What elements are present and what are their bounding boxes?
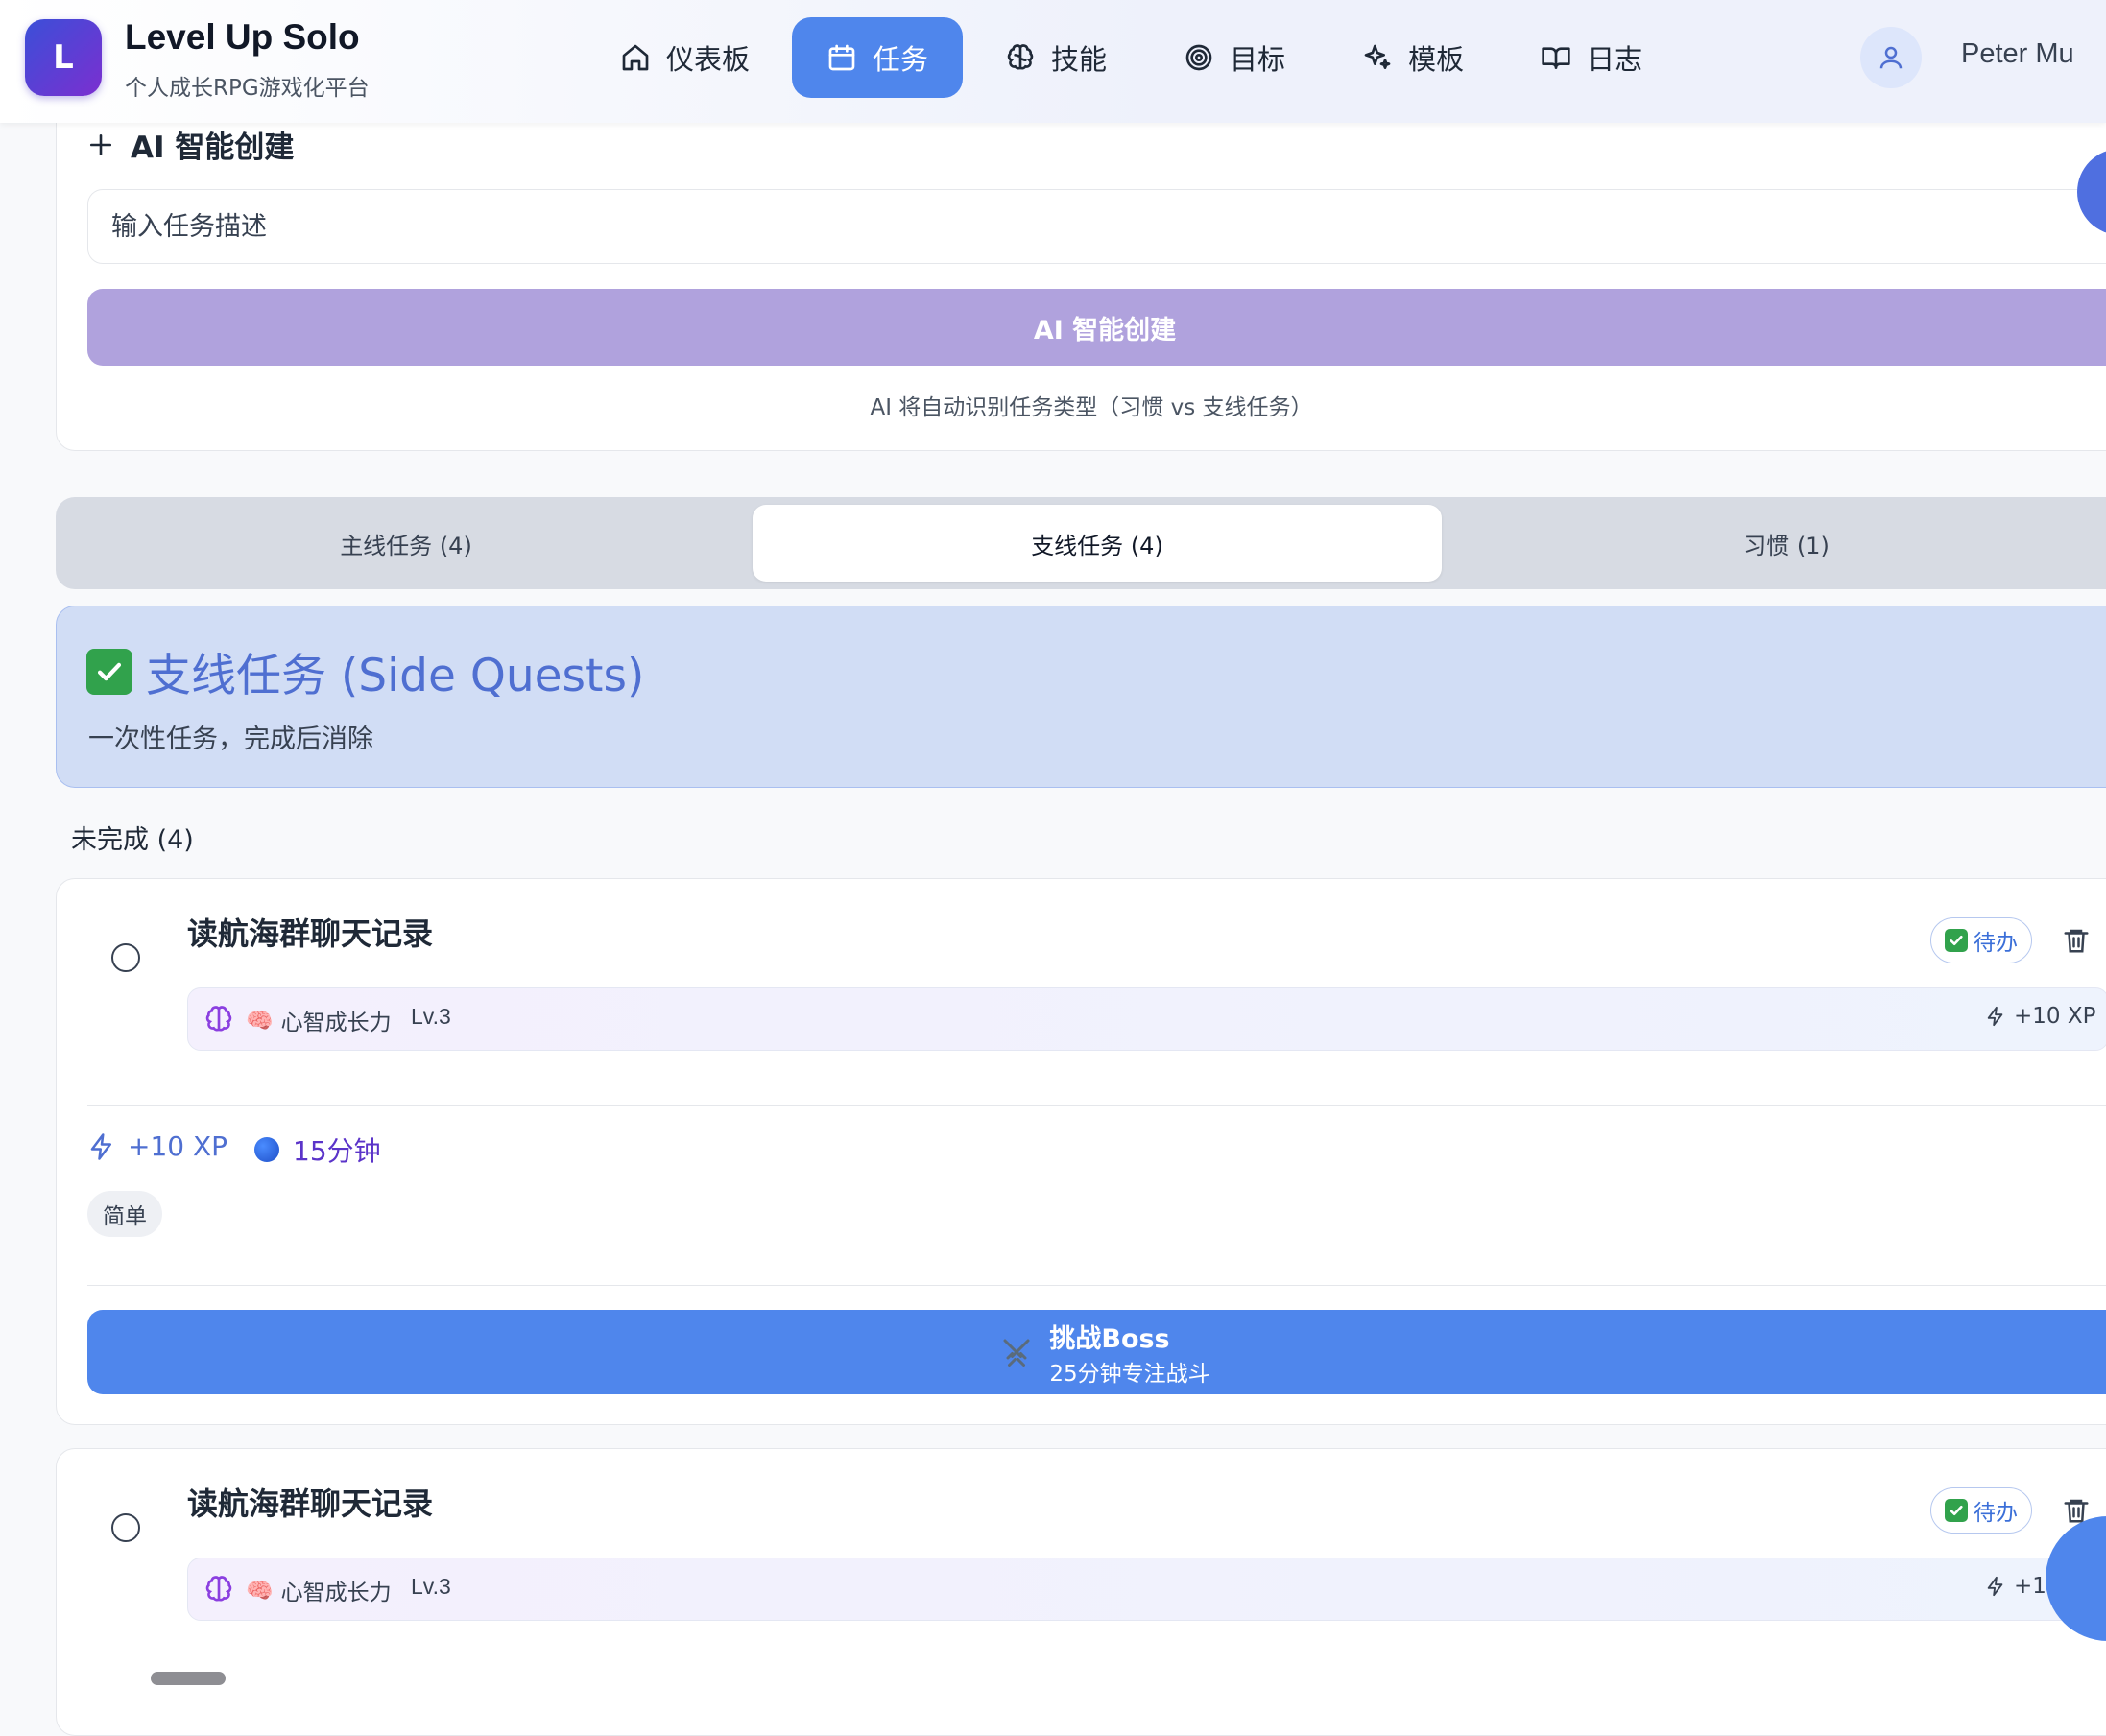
skill-row: 🧠 心智成长力 Lv.3 +10 XP	[187, 987, 2106, 1051]
skill-name: 🧠 心智成长力	[246, 1574, 392, 1606]
blue-circle-icon	[254, 1137, 279, 1162]
app-logo[interactable]: L	[25, 19, 102, 96]
calendar-icon	[828, 44, 855, 71]
nav-label: 日志	[1587, 43, 1643, 76]
nav-item-dashboard[interactable]: 仪表板	[586, 17, 784, 98]
user-avatar[interactable]	[1860, 27, 1922, 88]
tab-habits[interactable]: 习惯 (1)	[1442, 505, 2106, 582]
lightning-icon	[1987, 1006, 2003, 1027]
boss-button-title: 挑战Boss	[1049, 1323, 1170, 1354]
task-title[interactable]: 读航海群聊天记录	[187, 910, 433, 954]
crossed-swords-icon	[1003, 1339, 1030, 1367]
quest-tabs: 主线任务 (4) 支线任务 (4) 习惯 (1)	[56, 497, 2106, 589]
task-xp-text: +10 XP	[128, 1130, 228, 1162]
nav-label: 目标	[1230, 43, 1286, 76]
sparkles-icon	[1364, 44, 1391, 69]
status-badge: 待办	[1930, 1487, 2032, 1534]
divider	[87, 1285, 2106, 1286]
skill-name: 🧠 心智成长力	[246, 1004, 392, 1036]
skill-level: Lv.3	[411, 1574, 451, 1599]
nav-item-tasks[interactable]: 任务	[792, 17, 964, 98]
divider	[87, 1105, 2106, 1106]
ai-create-heading-text: AI 智能创建	[131, 131, 295, 165]
target-icon	[1185, 44, 1212, 71]
status-text: 待办	[1974, 931, 2018, 956]
tab-side-quests[interactable]: 支线任务 (4)	[753, 505, 1442, 582]
top-header: L Level Up Solo 个人成长RPG游戏化平台 仪表板 任务 技能 目…	[0, 0, 2106, 123]
task-duration: 15分钟	[254, 1130, 381, 1169]
check-mark-icon	[1945, 1499, 1968, 1522]
status-text: 待办	[1974, 1501, 2018, 1526]
section-title-text: 支线任务 (Side Quests)	[146, 650, 645, 702]
user-name[interactable]: Peter Mu	[1961, 38, 2074, 70]
challenge-boss-button[interactable]: 挑战Boss 25分钟专注战斗	[87, 1310, 2106, 1394]
nav-label: 技能	[1051, 43, 1108, 76]
difficulty-badge: 简单	[87, 1191, 162, 1237]
boss-button-subtitle: 25分钟专注战斗	[1049, 1361, 1210, 1387]
nav-label: 仪表板	[666, 43, 751, 76]
check-mark-icon	[1945, 929, 1968, 952]
ai-create-heading: AI 智能创建	[88, 123, 294, 166]
nav-label: 模板	[1408, 43, 1465, 76]
section-title: 支线任务 (Side Quests)	[86, 638, 644, 704]
book-icon	[1542, 47, 1570, 69]
task-description-input[interactable]	[87, 189, 2106, 264]
ai-create-button[interactable]: AI 智能创建	[87, 289, 2106, 366]
brain-icon	[205, 1576, 232, 1602]
ai-create-hint: AI 将自动识别任务类型（习惯 vs 支线任务）	[870, 395, 1313, 420]
plus-icon	[89, 133, 112, 155]
skill-name-text: 心智成长力	[280, 1581, 392, 1605]
skill-xp-text: +10 XP	[2014, 1004, 2096, 1029]
pending-count-label: 未完成 (4)	[71, 825, 194, 855]
check-mark-icon	[86, 648, 132, 695]
boss-button-text: 挑战Boss 25分钟专注战斗	[1049, 1318, 1209, 1388]
brain-icon	[205, 1006, 232, 1032]
task-title[interactable]: 读航海群聊天记录	[187, 1480, 433, 1524]
skill-emoji: 🧠	[246, 1008, 274, 1034]
app-title: Level Up Solo	[125, 17, 360, 57]
nav-item-skills[interactable]: 技能	[970, 17, 1141, 98]
section-description: 一次性任务，完成后消除	[88, 725, 373, 754]
task-complete-checkbox[interactable]	[111, 943, 140, 972]
skill-emoji: 🧠	[246, 1578, 274, 1604]
task-duration-text: 15分钟	[293, 1135, 381, 1167]
nav-item-templates[interactable]: 模板	[1328, 17, 1498, 98]
skill-level: Lv.3	[411, 1004, 451, 1029]
trash-icon[interactable]	[2062, 925, 2091, 956]
lightning-icon	[90, 1132, 111, 1160]
skill-xp: +10 XP	[1985, 1004, 2095, 1029]
main-nav: 仪表板 任务 技能 目标 模板 日志	[586, 17, 1677, 98]
home-icon	[622, 44, 649, 71]
nav-item-journal[interactable]: 日志	[1506, 17, 1677, 98]
tab-main-quests[interactable]: 主线任务 (4)	[61, 505, 751, 582]
task-complete-checkbox[interactable]	[111, 1513, 140, 1542]
user-icon	[1879, 46, 1903, 69]
nav-item-goals[interactable]: 目标	[1149, 17, 1320, 98]
task-xp: +10 XP	[87, 1130, 227, 1162]
skill-row: 🧠 心智成长力 Lv.3 +10 XP	[187, 1558, 2106, 1621]
nav-label: 任务	[873, 43, 929, 76]
app-subtitle: 个人成长RPG游戏化平台	[125, 76, 370, 101]
skill-name-text: 心智成长力	[280, 1011, 392, 1035]
lightning-icon	[1987, 1576, 2003, 1597]
status-badge: 待办	[1930, 917, 2032, 963]
brain-icon	[1007, 44, 1034, 70]
